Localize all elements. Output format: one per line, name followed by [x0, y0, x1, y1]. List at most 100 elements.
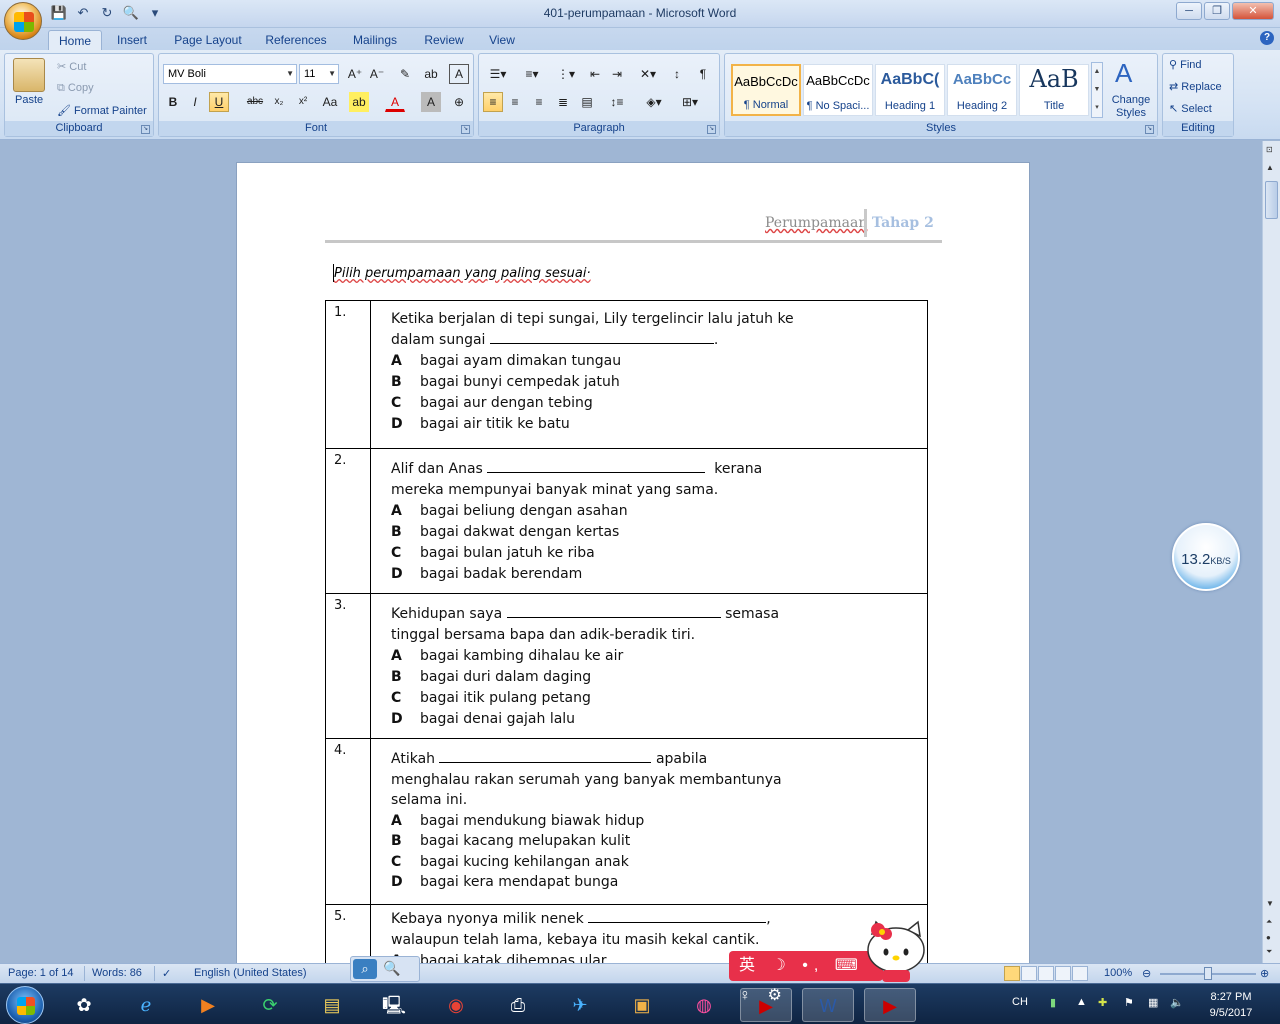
- scroll-thumb[interactable]: [1265, 181, 1278, 219]
- search-overlay[interactable]: ⌕ 🔍: [350, 956, 420, 982]
- justify-icon[interactable]: ≣: [553, 92, 573, 112]
- bold-icon[interactable]: B: [163, 92, 183, 112]
- tray-expand-icon[interactable]: ▲: [1076, 996, 1087, 1008]
- cut-button[interactable]: ✂ Cut: [57, 60, 86, 73]
- borders-icon[interactable]: ⊞▾: [675, 92, 705, 112]
- ime-toolbar[interactable]: 英 ☽ •, ⌨ ♀ ⚙: [729, 951, 883, 1004]
- color-wheel-icon[interactable]: ◍: [678, 988, 730, 1022]
- tab-view[interactable]: View: [482, 30, 522, 50]
- shrink-font-icon[interactable]: A⁻: [367, 64, 387, 84]
- decrease-indent-icon[interactable]: ⇤: [585, 64, 605, 84]
- character-border-icon[interactable]: A: [449, 64, 469, 84]
- tab-mailings[interactable]: Mailings: [344, 30, 406, 50]
- network-app-icon[interactable]: 🖳: [368, 988, 420, 1022]
- action-center-icon[interactable]: ⚑: [1124, 996, 1134, 1009]
- document-page[interactable]: Perumpamaan Tahap 2 Pilih perumpamaan ya…: [236, 162, 1030, 963]
- font-size-select[interactable]: 11 ▼: [299, 64, 339, 84]
- underline-icon[interactable]: U: [209, 92, 229, 112]
- copy-button[interactable]: ⧉ Copy: [57, 82, 94, 95]
- language-indicator[interactable]: English (United States): [194, 967, 307, 979]
- highlight-icon[interactable]: ab: [349, 92, 369, 112]
- sort-icon[interactable]: ↕: [667, 64, 687, 84]
- tab-insert[interactable]: Insert: [108, 30, 156, 50]
- select-button[interactable]: ↖ Select: [1169, 102, 1212, 115]
- numbering-icon[interactable]: ≡▾: [517, 64, 547, 84]
- style-no-spacing[interactable]: AaBbCcDc ¶ No Spaci...: [803, 64, 873, 116]
- style-normal[interactable]: AaBbCcDc ¶ Normal: [731, 64, 801, 116]
- tab-references[interactable]: References: [260, 30, 332, 50]
- format-painter-button[interactable]: 🖌 Format Painter: [57, 104, 147, 117]
- increase-indent-icon[interactable]: ⇥: [607, 64, 627, 84]
- web-layout-icon[interactable]: [1038, 966, 1054, 981]
- input-language[interactable]: CH: [1012, 996, 1028, 1008]
- align-center-icon[interactable]: ≡: [505, 92, 525, 112]
- volume-icon[interactable]: 🔈: [1170, 996, 1184, 1009]
- scroll-up-icon[interactable]: ▲: [1266, 163, 1274, 172]
- office-button[interactable]: [4, 2, 42, 40]
- search-icon[interactable]: ⌕: [353, 959, 377, 979]
- help-icon[interactable]: ?: [1260, 31, 1274, 45]
- zoom-slider-thumb[interactable]: [1204, 967, 1212, 980]
- change-styles-button[interactable]: Change Styles: [1111, 94, 1151, 120]
- system-clock[interactable]: 8:27 PM 9/5/2017: [1196, 989, 1266, 1021]
- sync-app-icon[interactable]: ⟳: [244, 988, 296, 1022]
- distributed-icon[interactable]: ▤: [577, 92, 597, 112]
- bird-app-icon[interactable]: ✈: [554, 988, 606, 1022]
- multilevel-list-icon[interactable]: ⋮▾: [551, 64, 581, 84]
- replace-button[interactable]: ⇄ Replace: [1169, 80, 1222, 93]
- browse-object-icon[interactable]: ●: [1266, 933, 1271, 942]
- align-left-icon[interactable]: ≡: [483, 92, 503, 112]
- italic-icon[interactable]: I: [185, 92, 205, 112]
- page-count[interactable]: Page: 1 of 14: [8, 967, 73, 979]
- show-formatting-icon[interactable]: ¶: [693, 64, 713, 84]
- next-page-icon[interactable]: ⏷: [1266, 947, 1272, 957]
- battery-icon[interactable]: ▮: [1050, 996, 1056, 1009]
- superscript-icon[interactable]: x²: [293, 92, 313, 112]
- font-launcher-icon[interactable]: ↘: [461, 125, 470, 134]
- paste-icon[interactable]: [13, 58, 45, 92]
- tab-home[interactable]: Home: [48, 30, 102, 50]
- find-button[interactable]: ⚲ Find: [1169, 58, 1202, 71]
- proofing-icon[interactable]: ✓: [162, 967, 171, 980]
- vertical-scrollbar[interactable]: ⊡ ▲ ▼ ⏶ ● ⏷: [1262, 141, 1280, 963]
- full-screen-reading-icon[interactable]: [1021, 966, 1037, 981]
- grow-font-icon[interactable]: A⁺: [345, 64, 365, 84]
- shading-icon[interactable]: ◈▾: [639, 92, 669, 112]
- pinwheel-app-icon[interactable]: ✿: [58, 988, 110, 1022]
- tab-review[interactable]: Review: [418, 30, 470, 50]
- video-player-icon-2[interactable]: ▶: [864, 988, 916, 1022]
- word-app-icon[interactable]: W: [802, 988, 854, 1022]
- font-color-icon[interactable]: A: [385, 92, 405, 112]
- start-button[interactable]: [6, 986, 44, 1024]
- internet-explorer-icon[interactable]: ℯ: [120, 988, 172, 1022]
- magnifier-icon[interactable]: 🔍: [383, 960, 400, 977]
- style-heading-2[interactable]: AaBbCc Heading 2: [947, 64, 1017, 116]
- package-app-icon[interactable]: ▣: [616, 988, 668, 1022]
- draft-icon[interactable]: [1072, 966, 1088, 981]
- character-shading-icon[interactable]: A: [421, 92, 441, 112]
- tab-page-layout[interactable]: Page Layout: [168, 30, 248, 50]
- phonetic-guide-icon[interactable]: ab: [421, 64, 441, 84]
- previous-page-icon[interactable]: ⏶: [1266, 917, 1272, 927]
- scroll-down-icon[interactable]: ▼: [1266, 899, 1274, 908]
- word-count[interactable]: Words: 86: [92, 967, 142, 979]
- ruler-toggle-icon[interactable]: ⊡: [1266, 145, 1273, 154]
- clipboard-launcher-icon[interactable]: ↘: [141, 125, 150, 134]
- style-title[interactable]: AaB Title: [1019, 64, 1089, 116]
- file-explorer-icon[interactable]: ▤: [306, 988, 358, 1022]
- asian-layout-icon[interactable]: ✕▾: [633, 64, 663, 84]
- styles-launcher-icon[interactable]: ↘: [1145, 125, 1154, 134]
- line-spacing-icon[interactable]: ↕≡: [603, 92, 631, 112]
- subscript-icon[interactable]: x₂: [269, 92, 289, 112]
- enclose-characters-icon[interactable]: ⊕: [449, 92, 469, 112]
- clear-formatting-icon[interactable]: ✎: [395, 64, 415, 84]
- align-right-icon[interactable]: ≡: [529, 92, 549, 112]
- bullets-icon[interactable]: ☰▾: [483, 64, 513, 84]
- close-button[interactable]: ✕: [1232, 2, 1274, 20]
- styles-scroll[interactable]: ▲ ▼ ▾: [1091, 62, 1103, 118]
- network-speed-widget[interactable]: 13.2KB/S: [1172, 523, 1240, 591]
- network-icon[interactable]: ▦: [1148, 996, 1158, 1009]
- zoom-out-icon[interactable]: ⊖: [1142, 967, 1151, 980]
- media-player-icon[interactable]: ▶: [182, 988, 234, 1022]
- maximize-button[interactable]: ❐: [1204, 2, 1230, 20]
